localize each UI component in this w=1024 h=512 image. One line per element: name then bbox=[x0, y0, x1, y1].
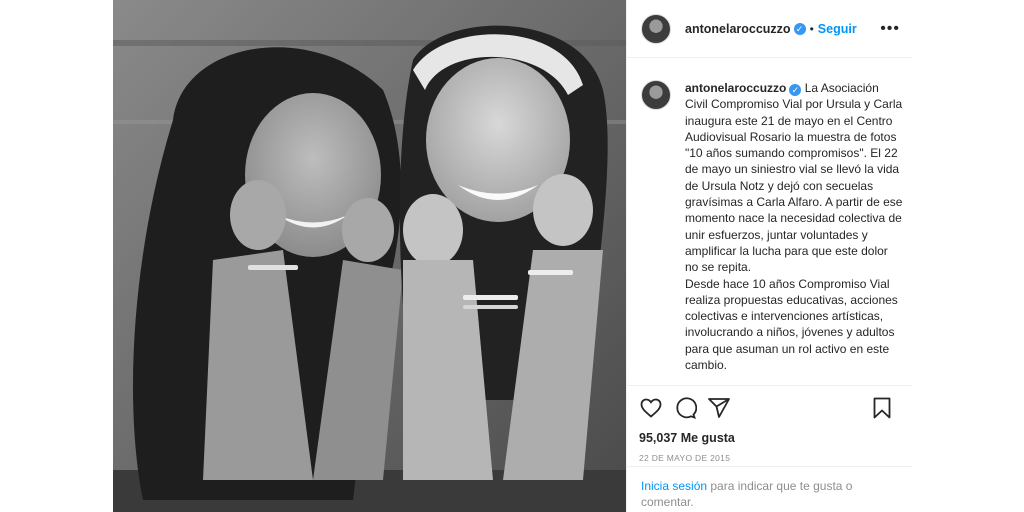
post-actions: 95,037 Me gusta 22 DE MAYO DE 2015 bbox=[627, 385, 912, 463]
verified-badge-icon: ✓ bbox=[793, 22, 806, 35]
header-username[interactable]: antonelaroccuzzo bbox=[685, 22, 791, 36]
comment-icon[interactable] bbox=[673, 396, 697, 420]
login-link[interactable]: Inicia sesión bbox=[641, 479, 707, 493]
caption-verified-badge-icon: ✓ bbox=[789, 84, 802, 96]
post-photo-image bbox=[113, 0, 626, 512]
post-date: 22 DE MAYO DE 2015 bbox=[639, 453, 731, 463]
caption-username[interactable]: antonelaroccuzzo bbox=[685, 81, 786, 95]
instagram-post: antonelaroccuzzo ✓ • Seguir ••• antonela… bbox=[113, 0, 912, 512]
login-prompt: Inicia sesión para indicar que te gusta … bbox=[627, 466, 912, 510]
post-sidebar: antonelaroccuzzo ✓ • Seguir ••• antonela… bbox=[626, 0, 912, 512]
action-icons-row bbox=[639, 396, 900, 420]
header-separator: • bbox=[809, 21, 814, 36]
more-options-icon[interactable]: ••• bbox=[880, 20, 900, 38]
caption-avatar[interactable] bbox=[641, 80, 671, 110]
avatar[interactable] bbox=[641, 13, 671, 44]
post-header: antonelaroccuzzo ✓ • Seguir ••• bbox=[627, 0, 912, 58]
share-icon[interactable] bbox=[707, 396, 731, 420]
bookmark-icon[interactable] bbox=[870, 396, 894, 420]
likes-count[interactable]: 95,037 Me gusta bbox=[639, 431, 900, 445]
post-photo[interactable] bbox=[113, 0, 626, 512]
heart-icon[interactable] bbox=[639, 396, 663, 420]
caption-body: La Asociación Civil Compromiso Vial por … bbox=[685, 81, 903, 373]
post-caption: antonelaroccuzzo ✓ La Asociación Civil Co… bbox=[641, 80, 903, 385]
caption-text-block: antonelaroccuzzo ✓ La Asociación Civil Co… bbox=[685, 80, 903, 385]
follow-button[interactable]: Seguir bbox=[818, 22, 857, 36]
